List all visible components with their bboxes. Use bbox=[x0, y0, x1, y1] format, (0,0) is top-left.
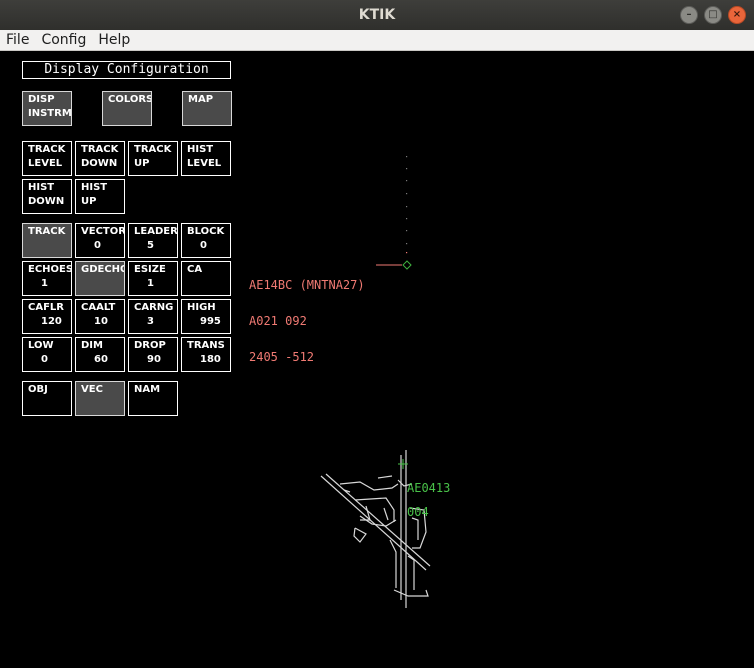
target-1-alt-speed: A021 092 bbox=[249, 314, 307, 328]
target-2-alt: 004 bbox=[407, 505, 429, 519]
target-1-squawk-vs: 2405 -512 bbox=[249, 350, 315, 364]
target-2-datablock[interactable]: AE0413 004 bbox=[407, 458, 450, 518]
track-history bbox=[406, 156, 408, 254]
target-2-id: AE0413 bbox=[407, 481, 451, 495]
target-1-datablock[interactable]: AE14BC (MNTNA27) A021 092 2405 -512 bbox=[249, 255, 365, 375]
radar-scope[interactable] bbox=[0, 0, 754, 668]
aircraft-target-1[interactable] bbox=[402, 260, 412, 270]
target-1-id: AE14BC (MNTNA27) bbox=[249, 278, 365, 292]
